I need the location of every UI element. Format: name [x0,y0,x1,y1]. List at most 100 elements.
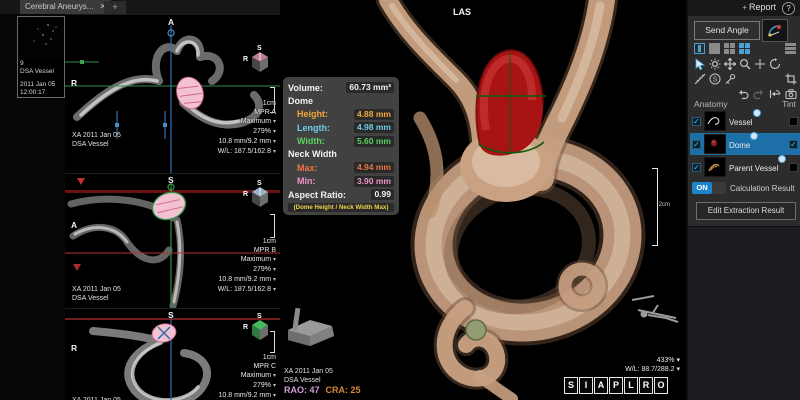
slab-dropdown[interactable]: 10.8 mm/9.2 mm ▾ [218,275,276,285]
orientation-cube-icon[interactable]: S R [244,47,274,75]
dome-height-row: Height: 4.88 mm [288,108,394,122]
tab-cerebral-aneurysm[interactable]: Cerebral Aneurys... ✕ [20,0,111,14]
mpr-c-overlay: 1cm MPR C Maximum ▾ 279% ▾ 10.8 mm/9.2 m… [219,353,276,400]
layer-row-dome[interactable]: ✓ Dome ✓ [690,133,800,155]
window-level-dropdown[interactable]: W/L: 187.5/162.8 ▾ [218,285,276,295]
layout-grid-icon[interactable] [722,42,737,55]
slab-dropdown[interactable]: 10.8 mm/9.2 mm ▾ [218,137,276,147]
layer-row-vessel[interactable]: ✓ Vessel [690,110,800,132]
layer-name: Vessel [729,118,753,127]
pan-icon[interactable] [722,57,737,70]
scale-bracket [652,168,658,246]
orient-button-left[interactable]: L [624,377,638,394]
cursor-icon[interactable] [692,57,707,70]
send-angle-icon-button[interactable] [762,19,788,42]
aspect-value: 0.99 [371,189,394,200]
series-thumbnail[interactable]: 9 DSA Vessel 2011 Jan 05 12:00:17 [17,16,65,98]
orient-button-oblique[interactable]: O [654,377,668,394]
render-mode-dropdown[interactable]: Maximum ▾ [218,117,276,127]
window-level-dropdown[interactable]: W/L: 187.5/162.8 ▾ [218,147,276,157]
series-date: 2011 Jan 05 [20,81,62,89]
orient-button-inferior[interactable]: I [579,377,593,394]
rotate-icon[interactable] [767,57,782,70]
max-value: 4.94 mm [354,162,394,173]
report-button[interactable]: +Report [742,2,776,12]
vr-zoom-dropdown[interactable]: 433% ▾ [625,356,680,365]
mpr-view-a[interactable]: A R S R 1cm MPR A Maximum ▾ 279% ▾ 10.8 … [65,14,280,173]
zoom-dropdown[interactable]: 279% ▾ [218,265,276,275]
anatomy-tint-header: Anatomy Tint [694,99,796,109]
measure-icon[interactable] [692,72,707,85]
slider-handle[interactable] [778,155,786,163]
chevron-down-icon: ▾ [273,373,276,379]
volume-label: Volume: [288,83,323,93]
layer-thumbnail [704,134,726,154]
angle-tool-icon[interactable] [722,72,737,85]
dome-header: Dome [288,95,394,108]
chevron-down-icon: ▾ [273,383,276,389]
vr-3d-view[interactable]: LAS Volume: 60.73 mm³ Dome Height: 4.88 … [280,0,686,400]
send-angle-button[interactable]: Send Angle [694,21,760,40]
orient-button-anterior[interactable]: A [594,377,608,394]
spin-icon[interactable]: S [707,72,722,85]
orientation-label: LAS [453,7,471,17]
chevron-down-icon: ▾ [273,267,276,273]
view-name: MPR C [219,362,276,371]
slider-handle[interactable] [753,109,761,117]
crosshair-icon[interactable] [752,57,767,70]
layout-pane-icon[interactable] [707,42,722,55]
layout-grid-active-icon[interactable] [737,42,752,55]
scale-label: 1cm [218,237,276,246]
vr-window-level-dropdown[interactable]: W/L: 88.7/288.2 ▾ [625,365,680,374]
visibility-checkbox[interactable]: ✓ [692,140,701,149]
new-tab-button[interactable]: + [104,1,126,14]
tint-checkbox[interactable]: ✓ [789,140,798,149]
visibility-checkbox[interactable]: ✓ [692,117,701,126]
render-mode-dropdown[interactable]: Maximum ▾ [218,255,276,265]
layer-name: Parent Vessel [729,164,778,173]
orient-button-right[interactable]: R [639,377,653,394]
volume-value: 60.73 mm³ [346,82,394,93]
layer-row-parent-vessel[interactable]: ✓ Parent Vessel [690,156,800,178]
min-value: 3.90 mm [354,176,394,187]
orientation-label-left: R [71,78,77,88]
orientation-label-top: S [168,175,174,185]
slab-dropdown[interactable]: 10.8 mm/9.2 mm ▾ [219,391,276,400]
orient-button-superior[interactable]: S [564,377,578,394]
height-value: 4.88 mm [354,109,394,120]
orientation-cube-icon[interactable]: S R [244,182,274,210]
zoom-icon[interactable] [737,57,752,70]
app-root: Cerebral Aneurys... ✕ + 9 DSA Vessel 201… [0,0,800,400]
calculation-result-toggle[interactable]: ON [692,182,726,194]
neck-min-row: Min: 3.90 mm [288,175,394,189]
mpr-view-c[interactable]: S R S R 1cm MPR C Maximum ▾ 279% ▾ 10.8 … [65,308,280,400]
zoom-dropdown[interactable]: 279% ▾ [218,127,276,137]
edit-extraction-result-button[interactable]: Edit Extraction Result [696,202,796,220]
help-icon[interactable]: ? [782,2,795,15]
render-mode-dropdown[interactable]: Maximum ▾ [219,371,276,381]
length-value: 4.98 mm [354,122,394,133]
crop-icon[interactable] [783,72,798,85]
chevron-down-icon: ▾ [273,119,276,125]
zoom-dropdown[interactable]: 279% ▾ [219,381,276,391]
tint-checkbox[interactable] [789,163,798,172]
visibility-checkbox[interactable]: ✓ [692,163,701,172]
dome-length-row: Length: 4.98 mm [288,121,394,135]
chevron-down-icon: ▾ [273,129,276,135]
orient-button-posterior[interactable]: P [609,377,623,394]
tools-toolbar [692,57,798,70]
window-level-icon[interactable] [707,57,722,70]
chevron-down-icon: ▾ [273,287,276,293]
series-rail: 9 DSA Vessel 2011 Jan 05 12:00:17 [0,14,65,400]
layout-single-icon[interactable] [692,42,707,55]
chevron-down-icon: ▾ [273,393,276,399]
tab-bar: Cerebral Aneurys... ✕ + [0,0,280,14]
max-label: Max: [297,163,318,173]
slider-handle[interactable] [750,132,758,140]
reference-object [288,308,334,346]
study-info: XA 2011 Jan 05DSA Vessel [72,286,121,303]
angle-icon [767,24,783,38]
mpr-view-b[interactable]: S A S R 1cm MPR B Maximum ▾ 279% ▾ 10.8 … [65,173,280,308]
tint-checkbox[interactable] [789,117,798,126]
layout-list-icon[interactable] [783,42,798,55]
